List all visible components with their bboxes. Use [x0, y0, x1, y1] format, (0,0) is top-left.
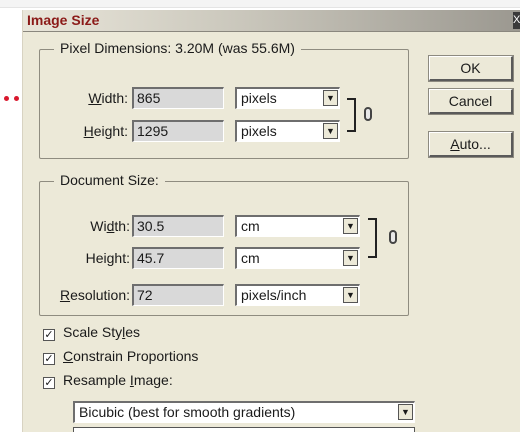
pixel-height-unit-value: pixels — [241, 123, 277, 139]
dialog-title: Image Size — [27, 12, 100, 28]
annotation-dot — [14, 96, 19, 101]
resample-image-checkbox[interactable]: ✓ — [43, 377, 55, 389]
pixel-height-label: Height: — [83, 123, 128, 139]
resample-method-value: Bicubic (best for smooth gradients) — [79, 404, 296, 420]
doc-width-input[interactable]: 30.5 — [132, 215, 224, 237]
image-size-dialog: Image Size X Pixel Dimensions: 3.20M (wa… — [22, 10, 520, 432]
resample-method-select[interactable]: Bicubic (best for smooth gradients) ▼ — [73, 401, 415, 423]
document-link-bracket — [368, 218, 377, 258]
doc-width-label: Width: — [90, 218, 130, 234]
scale-styles-checkbox[interactable]: ✓ — [43, 329, 55, 341]
constrain-proportions-option[interactable]: ✓ Constrain Proportions — [43, 348, 198, 366]
scale-styles-option[interactable]: ✓ Scale Styles — [43, 324, 140, 342]
title-bar: Image Size X — [23, 10, 520, 32]
chevron-down-icon[interactable]: ▼ — [343, 250, 358, 266]
chevron-down-icon[interactable]: ▼ — [398, 404, 413, 420]
background-strip — [0, 0, 520, 8]
doc-height-input[interactable]: 45.7 — [132, 247, 224, 269]
pixel-link-bracket — [347, 98, 356, 132]
resolution-label: Resolution: — [59, 287, 130, 303]
doc-height-unit-value: cm — [241, 250, 260, 266]
close-button[interactable]: X — [513, 12, 520, 29]
resample-image-option[interactable]: ✓ Resample Image: — [43, 372, 173, 390]
constrain-proportions-checkbox[interactable]: ✓ — [43, 353, 55, 365]
resolution-unit-select[interactable]: pixels/inch ▼ — [235, 284, 360, 306]
resolution-unit-value: pixels/inch — [241, 287, 307, 303]
chevron-down-icon[interactable]: ▼ — [323, 123, 338, 139]
auto-button[interactable]: Auto... — [428, 131, 514, 158]
pixel-width-unit-value: pixels — [241, 90, 277, 106]
pixel-height-unit-select[interactable]: pixels ▼ — [235, 120, 340, 142]
link-chain-icon — [364, 107, 372, 121]
chevron-down-icon[interactable]: ▼ — [323, 90, 338, 106]
annotation-dot — [4, 96, 9, 101]
document-size-legend: Document Size: — [54, 172, 165, 188]
pixel-width-unit-select[interactable]: pixels ▼ — [235, 87, 340, 109]
resample-dropdown-list-edge — [73, 427, 415, 432]
pixel-height-input[interactable]: 1295 — [132, 120, 224, 142]
pixel-width-input[interactable]: 865 — [132, 87, 224, 109]
cancel-button[interactable]: Cancel — [428, 88, 514, 115]
resolution-input[interactable]: 72 — [132, 284, 224, 306]
pixel-width-label: Width: — [88, 90, 128, 106]
chevron-down-icon[interactable]: ▼ — [343, 218, 358, 234]
link-chain-icon — [389, 230, 397, 244]
chevron-down-icon[interactable]: ▼ — [343, 287, 358, 303]
doc-width-unit-value: cm — [241, 218, 260, 234]
doc-height-unit-select[interactable]: cm ▼ — [235, 247, 360, 269]
doc-width-unit-select[interactable]: cm ▼ — [235, 215, 360, 237]
doc-height-label: Height: — [85, 250, 130, 266]
ok-button[interactable]: OK — [428, 55, 514, 82]
pixel-dimensions-legend: Pixel Dimensions: 3.20M (was 55.6M) — [54, 40, 301, 56]
